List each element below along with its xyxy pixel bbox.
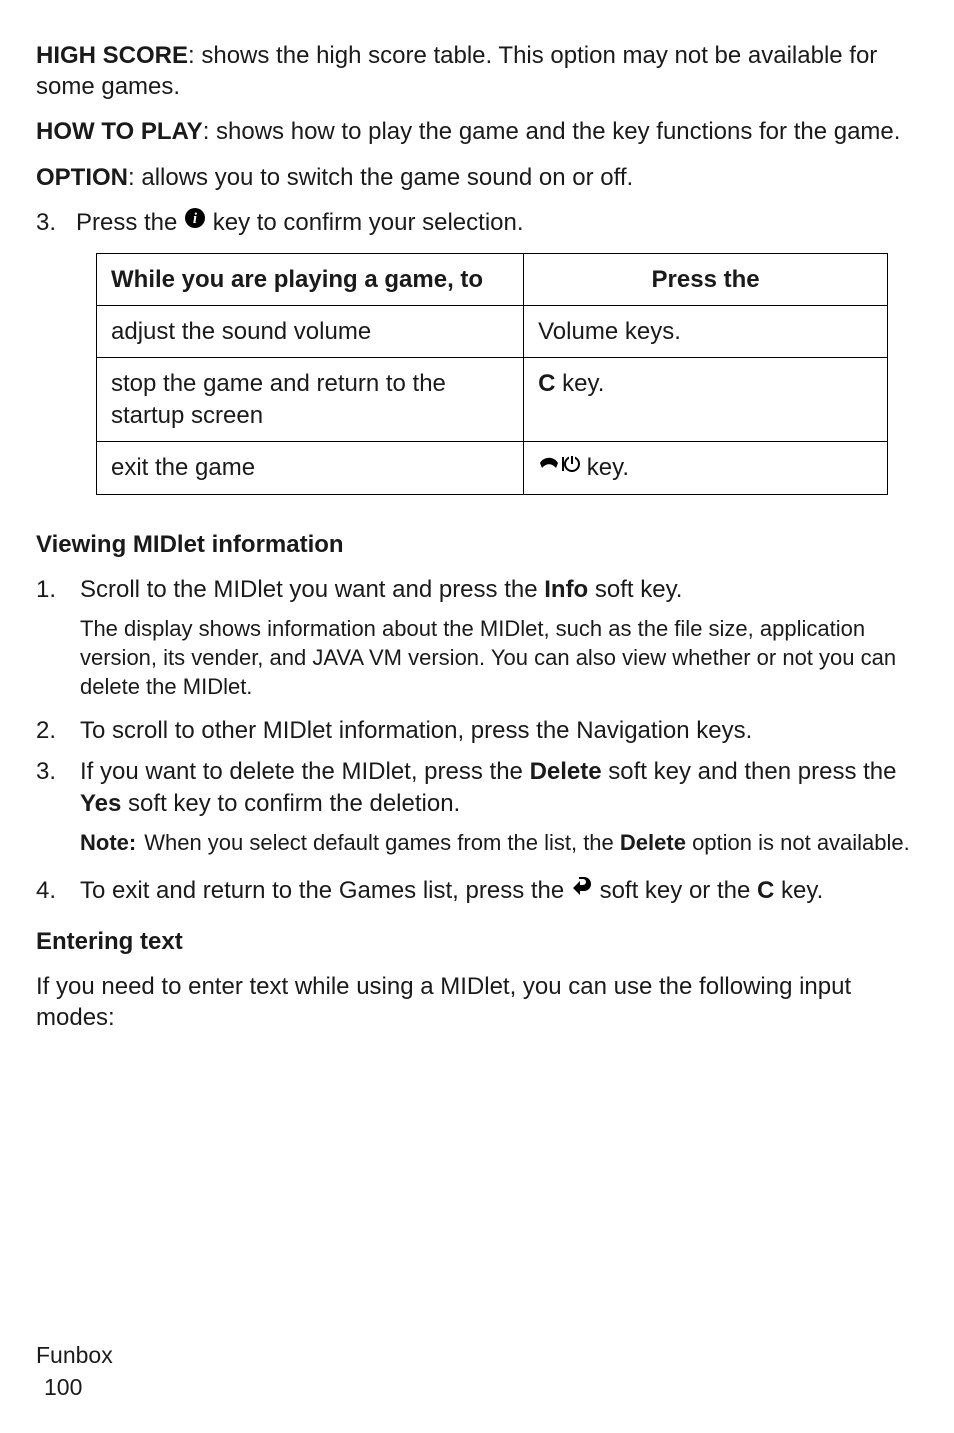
table-header-right: Press the bbox=[524, 254, 888, 306]
step-3-text-before: Press the bbox=[76, 209, 184, 236]
midlet-step-3-pre: If you want to delete the MIDlet, press … bbox=[80, 758, 530, 785]
table-header-left: While you are playing a game, to bbox=[97, 254, 524, 306]
c-key-bold: C bbox=[538, 370, 555, 397]
info-softkey-bold: Info bbox=[544, 576, 588, 603]
midlet-step-3-number: 3. bbox=[36, 756, 80, 818]
midlet-step-3-post: soft key to confirm the deletion. bbox=[121, 790, 460, 817]
midlet-step-4-post: key. bbox=[774, 877, 823, 904]
midlet-step-2-number: 2. bbox=[36, 715, 80, 746]
delete-softkey-bold: Delete bbox=[530, 758, 602, 785]
midlet-step-1-post: soft key. bbox=[588, 576, 682, 603]
midlet-step-1-detail: The display shows information about the … bbox=[80, 615, 918, 701]
how-to-play-text: : shows how to play the game and the key… bbox=[203, 118, 901, 145]
step-3-number: 3. bbox=[36, 207, 76, 239]
c-key-bold-2: C bbox=[757, 877, 774, 904]
midlet-step-3: 3. If you want to delete the MIDlet, pre… bbox=[36, 756, 918, 818]
midlet-step-4-mid: soft key or the bbox=[600, 877, 757, 904]
note-pre: When you select default games from the l… bbox=[144, 830, 620, 855]
table-row: exit the game key. bbox=[97, 441, 888, 494]
table-cell-left: stop the game and return to the startup … bbox=[97, 358, 524, 441]
note-post: option is not available. bbox=[686, 830, 910, 855]
step-3-text-after: key to confirm your selection. bbox=[213, 209, 524, 236]
footer-section-name: Funbox bbox=[36, 1341, 113, 1371]
back-icon bbox=[571, 874, 593, 906]
midlet-step-4: 4. To exit and return to the Games list,… bbox=[36, 875, 918, 908]
step-3-body: Press the i key to confirm your selectio… bbox=[76, 207, 918, 239]
midlet-step-4-body: To exit and return to the Games list, pr… bbox=[80, 875, 918, 908]
table-cell-left: adjust the sound volume bbox=[97, 306, 524, 358]
midlet-step-1: 1. Scroll to the MIDlet you want and pre… bbox=[36, 574, 918, 605]
entering-text-heading: Entering text bbox=[36, 926, 918, 957]
footer-page-number: 100 bbox=[44, 1373, 82, 1403]
table-row: adjust the sound volume Volume keys. bbox=[97, 306, 888, 358]
how-to-play-paragraph: HOW TO PLAY: shows how to play the game … bbox=[36, 116, 918, 147]
option-label: OPTION bbox=[36, 164, 128, 191]
option-paragraph: OPTION: allows you to switch the game so… bbox=[36, 162, 918, 193]
midlet-step-2: 2. To scroll to other MIDlet information… bbox=[36, 715, 918, 746]
midlet-step-2-body: To scroll to other MIDlet information, p… bbox=[80, 715, 918, 746]
yes-softkey-bold: Yes bbox=[80, 790, 121, 817]
viewing-midlet-heading: Viewing MIDlet information bbox=[36, 529, 918, 560]
midlet-step-1-pre: Scroll to the MIDlet you want and press … bbox=[80, 576, 544, 603]
midlet-step-4-number: 4. bbox=[36, 875, 80, 908]
how-to-play-label: HOW TO PLAY bbox=[36, 118, 203, 145]
table-cell-right: C key. bbox=[524, 358, 888, 441]
c-key-rest: key. bbox=[555, 370, 604, 397]
option-text: : allows you to switch the game sound on… bbox=[128, 164, 633, 191]
step-3-row: 3. Press the i key to confirm your selec… bbox=[36, 207, 918, 239]
table-cell-right: Volume keys. bbox=[524, 306, 888, 358]
high-score-paragraph: HIGH SCORE: shows the high score table. … bbox=[36, 40, 918, 102]
midlet-step-3-body: If you want to delete the MIDlet, press … bbox=[80, 756, 918, 818]
midlet-note: Note: When you select default games from… bbox=[80, 829, 918, 858]
note-label: Note: bbox=[80, 829, 136, 858]
table-cell-right: key. bbox=[524, 441, 888, 494]
entering-text-body: If you need to enter text while using a … bbox=[36, 971, 918, 1033]
table-cell-left: exit the game bbox=[97, 441, 524, 494]
midlet-step-3-mid: soft key and then press the bbox=[602, 758, 897, 785]
end-power-icon bbox=[538, 451, 580, 482]
midlet-step-1-number: 1. bbox=[36, 574, 80, 605]
end-key-rest: key. bbox=[580, 454, 629, 481]
midlet-step-4-pre: To exit and return to the Games list, pr… bbox=[80, 877, 571, 904]
table-row: stop the game and return to the startup … bbox=[97, 358, 888, 441]
note-delete-bold: Delete bbox=[620, 830, 686, 855]
confirm-icon: i bbox=[184, 206, 206, 237]
high-score-label: HIGH SCORE bbox=[36, 42, 188, 69]
note-body: When you select default games from the l… bbox=[144, 829, 910, 858]
midlet-step-1-body: Scroll to the MIDlet you want and press … bbox=[80, 574, 918, 605]
gameplay-table: While you are playing a game, to Press t… bbox=[96, 253, 888, 495]
